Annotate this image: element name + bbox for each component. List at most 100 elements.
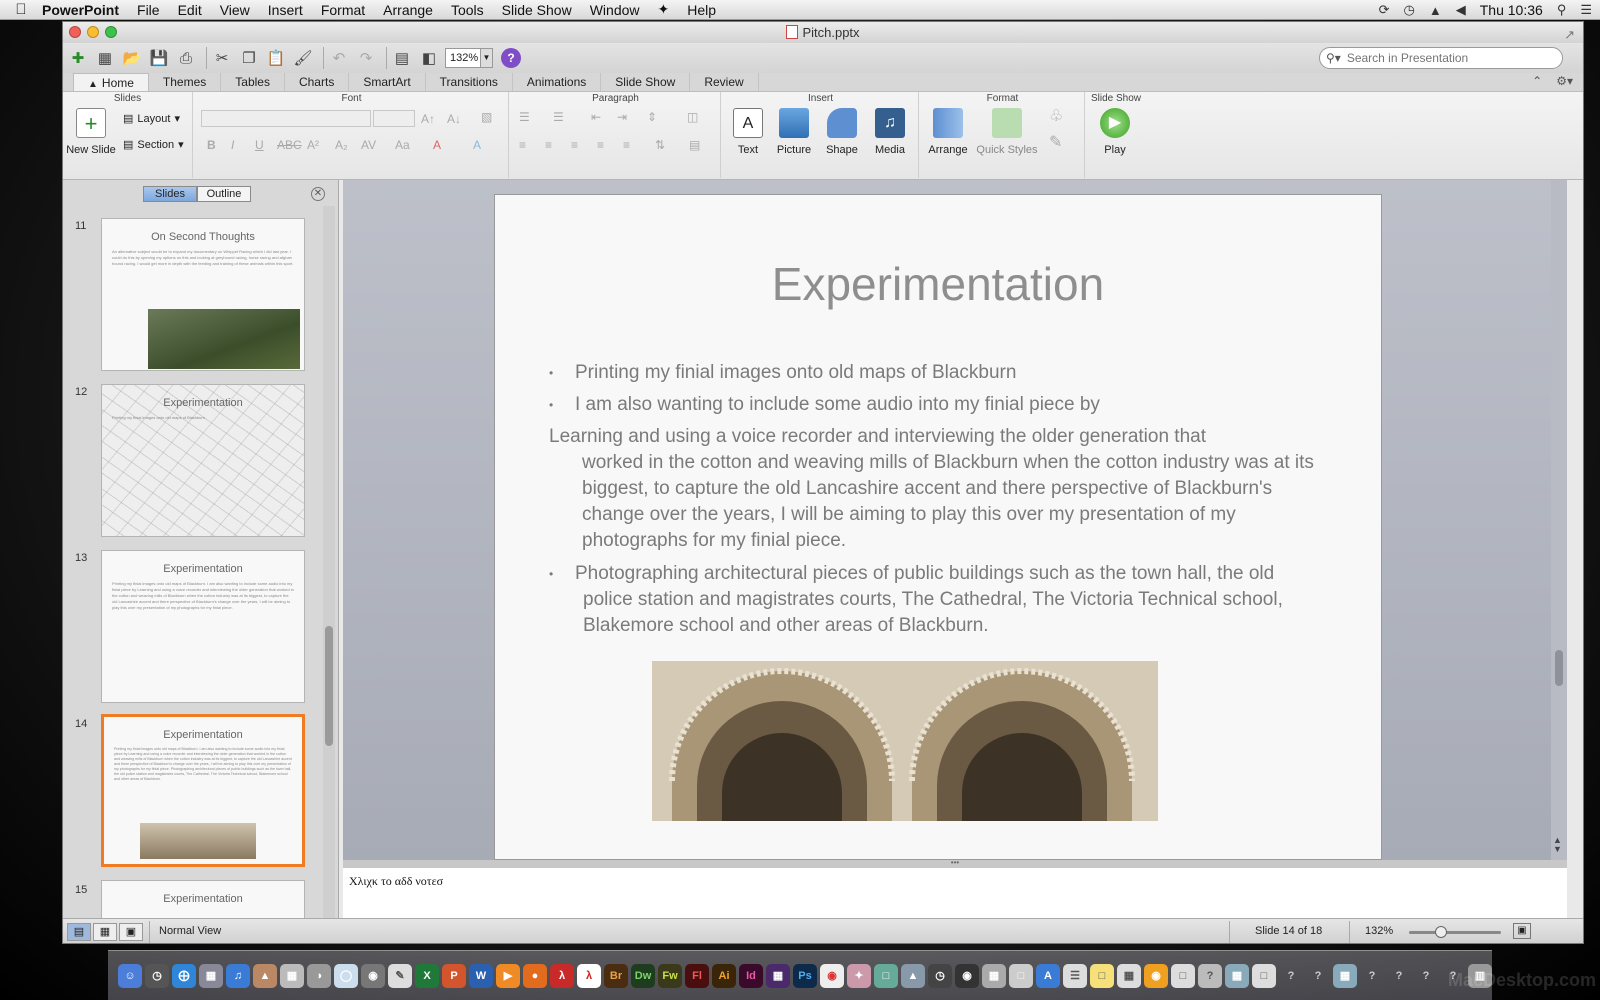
question-icon[interactable]: ? (1279, 964, 1303, 988)
fullscreen-icon[interactable]: ↗ (1564, 24, 1575, 45)
slide-paragraph[interactable]: Learning and using a voice recorder and … (549, 424, 1349, 554)
excel-icon[interactable]: X (415, 963, 439, 988)
slide-thumbnail-15[interactable]: Experimentation (101, 880, 305, 918)
slide-bullet[interactable]: • Photographing architectural pieces of … (549, 561, 1355, 639)
current-slide[interactable]: Experimentation • Printing my finial imag… (494, 194, 1382, 860)
itunes-icon[interactable]: ♫ (226, 963, 250, 988)
app-icon[interactable]: ▦ (1117, 963, 1141, 988)
strikethrough-icon[interactable]: ABC (277, 138, 302, 152)
sync-icon[interactable]: ⟳ (1379, 2, 1390, 18)
slide-show-view-icon[interactable]: ▣ (119, 923, 143, 941)
insert-text-button[interactable]: A Text (725, 108, 771, 156)
preview-icon[interactable]: ✎ (388, 963, 412, 988)
slides-pane-scrollbar[interactable] (323, 206, 335, 918)
bold-icon[interactable]: B (207, 138, 216, 152)
slide-bullet[interactable]: • Printing my finial images onto old maps… (549, 360, 1016, 386)
insert-picture-button[interactable]: Picture (771, 108, 817, 156)
align-right-icon[interactable]: ≡ (571, 138, 578, 152)
tab-home[interactable]: ▲ Home (73, 73, 149, 91)
text-direction-icon[interactable]: ⇅ (655, 138, 665, 152)
play-button[interactable]: ▶ Play (1089, 108, 1141, 156)
fireworks-icon[interactable]: Fw (658, 963, 682, 988)
notification-center-icon[interactable]: ☰ (1580, 2, 1592, 18)
menu-app-name[interactable]: PowerPoint (42, 2, 119, 18)
scroll-arrows-icon[interactable]: ▲ ▼ (1553, 836, 1562, 854)
app-icon[interactable]: □ (1171, 963, 1195, 988)
tab-charts[interactable]: Charts (285, 73, 350, 91)
menu-arrange[interactable]: Arrange (383, 2, 433, 18)
slide-sorter-view-icon[interactable]: ▦ (93, 923, 117, 941)
close-pane-icon[interactable]: ✕ (311, 187, 325, 201)
zoom-slider-knob[interactable] (1435, 926, 1447, 938)
question-icon[interactable]: ? (1306, 964, 1330, 988)
tab-slides[interactable]: Slides (143, 186, 197, 202)
increase-indent-icon[interactable]: ⇥ (617, 110, 627, 124)
normal-view-icon[interactable]: ▤ (67, 923, 91, 941)
calculator-icon[interactable]: ▦ (280, 963, 304, 988)
flash-icon[interactable]: Fl (685, 963, 709, 988)
menu-file[interactable]: File (137, 2, 160, 18)
tab-themes[interactable]: Themes (149, 73, 222, 91)
arrange-button[interactable]: Arrange (923, 108, 973, 156)
spotlight-icon[interactable]: ⚲ (1557, 2, 1567, 18)
folder-icon[interactable]: ▦ (1225, 963, 1249, 988)
print-icon[interactable]: ⎙ (175, 47, 197, 69)
app-icon[interactable]: □ (1009, 963, 1033, 988)
character-spacing-icon[interactable]: AV (361, 138, 376, 152)
bridge-icon[interactable]: Br (604, 963, 628, 988)
status-zoom[interactable]: 132% (1365, 925, 1393, 937)
stickies-icon[interactable]: □ (1090, 963, 1114, 988)
document-icon[interactable]: □ (1252, 963, 1276, 988)
underline-icon[interactable]: U (255, 138, 264, 152)
shape-fill-icon[interactable]: ♧ (1049, 106, 1063, 126)
numbering-icon[interactable]: ☰ (553, 110, 564, 124)
notes-splitter[interactable]: ••• (343, 859, 1567, 868)
menu-view[interactable]: View (220, 2, 250, 18)
slide-thumbnail-11[interactable]: On Second Thoughts An alternative subjec… (101, 218, 305, 371)
redo-icon[interactable]: ↷ (355, 47, 377, 69)
iphoto-icon[interactable]: ▲ (253, 963, 277, 988)
question-icon[interactable]: ? (1360, 964, 1384, 988)
paste-icon[interactable]: 📋 (265, 47, 287, 69)
copy-icon[interactable]: ❐ (238, 47, 260, 69)
safari-icon[interactable]: ⨁ (172, 963, 196, 988)
menu-edit[interactable]: Edit (178, 2, 202, 18)
tab-tables[interactable]: Tables (221, 73, 285, 91)
apple-icon[interactable]:  (0, 1, 42, 18)
slide-title[interactable]: Experimentation (495, 257, 1381, 311)
clear-formatting-icon[interactable]: ▧ (481, 110, 492, 124)
wifi-icon[interactable]: ▲ (1429, 3, 1442, 18)
bullets-icon[interactable]: ☰ (519, 110, 530, 124)
font-size-select[interactable] (373, 110, 415, 127)
vlc-icon[interactable]: ▶ (496, 963, 520, 988)
shrink-font-icon[interactable]: A↓ (447, 112, 461, 126)
notes-app-icon[interactable]: ☰ (1063, 963, 1087, 988)
help-icon[interactable]: ? (501, 48, 521, 68)
slide-bullet[interactable]: • I am also wanting to include some audio… (549, 392, 1100, 418)
scrollbar-thumb[interactable] (325, 626, 333, 746)
align-center-icon[interactable]: ≡ (545, 138, 552, 152)
distributed-icon[interactable]: ≡ (623, 138, 630, 152)
photo-icon[interactable]: ▦ (199, 963, 223, 988)
save-icon[interactable]: 💾 (148, 47, 170, 69)
slide-thumbnail-12[interactable]: Experimentation Printing my finial image… (101, 384, 305, 537)
zoom-select[interactable]: 132% ▼ (445, 48, 493, 68)
question-icon[interactable]: ? (1198, 963, 1222, 988)
superscript-icon[interactable]: A² (307, 138, 319, 152)
search-box[interactable]: ⚲▾ (1319, 47, 1563, 69)
dashboard-icon[interactable]: ◷ (145, 963, 169, 988)
app-icon[interactable]: ◷ (928, 963, 952, 988)
undo-icon[interactable]: ↶ (328, 47, 350, 69)
minimize-window-button[interactable] (87, 26, 99, 38)
chrome-icon[interactable]: ◉ (820, 963, 844, 988)
format-painter-icon[interactable]: 🖌 (292, 47, 314, 69)
illustrator-icon[interactable]: Ai (712, 963, 736, 988)
app-store-icon[interactable]: A (1036, 963, 1060, 988)
arch-photo[interactable] (652, 661, 1158, 821)
insert-shape-button[interactable]: Shape (819, 108, 865, 156)
cut-icon[interactable]: ✂ (211, 47, 233, 69)
app-icon[interactable]: ▦ (766, 963, 790, 988)
zoom-slider[interactable] (1409, 926, 1501, 938)
acrobat-icon[interactable]: λ (550, 963, 574, 988)
app-icon[interactable]: ◉ (1144, 963, 1168, 988)
